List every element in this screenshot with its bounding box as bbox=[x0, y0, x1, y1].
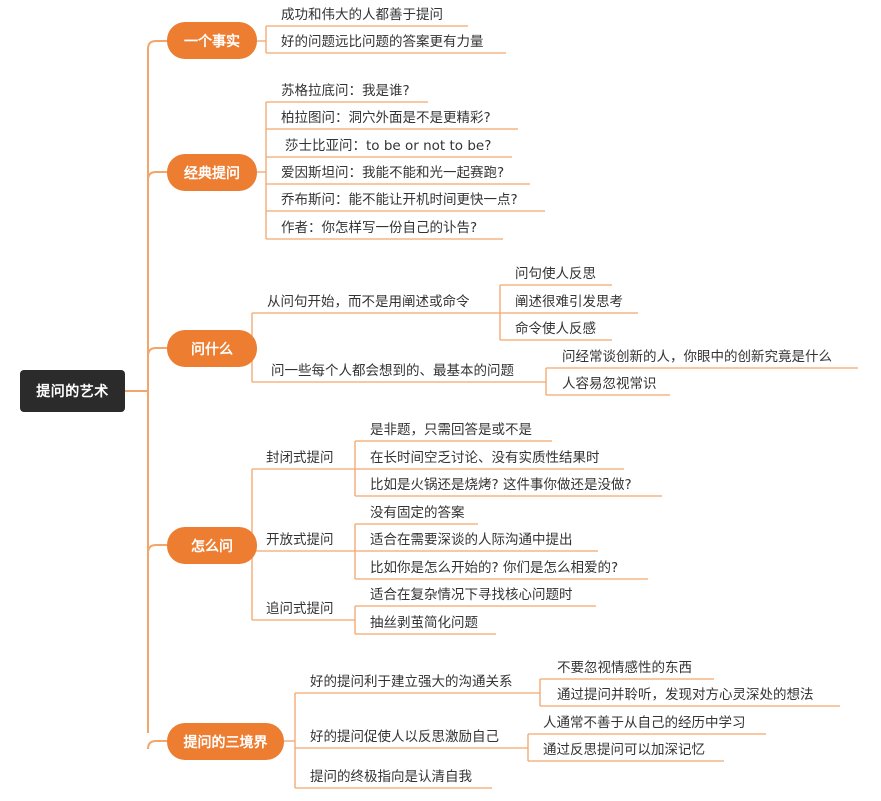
sub-topic-node[interactable]: 问一些每个人都会想到的、最基本的问题 bbox=[271, 362, 514, 380]
root-node[interactable]: 提问的艺术 bbox=[20, 370, 125, 412]
sub-topic-node[interactable]: 追问式提问 bbox=[266, 600, 334, 618]
leaf-node[interactable]: 抽丝剥茧简化问题 bbox=[370, 614, 478, 632]
leaf-node[interactable]: 没有固定的答案 bbox=[370, 504, 465, 522]
leaf-node[interactable]: 好的问题远比问题的答案更有力量 bbox=[281, 33, 484, 51]
leaf-node[interactable]: 人通常不善于从自己的经历中学习 bbox=[543, 714, 746, 732]
leaf-node[interactable]: 是非题，只需回答是或不是 bbox=[370, 421, 532, 439]
leaf-node[interactable]: 适合在需要深谈的人际沟通中提出 bbox=[370, 531, 573, 549]
branch-node-4[interactable]: 怎么问 bbox=[167, 527, 257, 564]
connector-line bbox=[147, 171, 167, 181]
sub-topic-node[interactable]: 好的提问利于建立强大的沟通关系 bbox=[310, 673, 513, 691]
sub-topic-node[interactable]: 好的提问促使人以反思激励自己 bbox=[310, 728, 499, 746]
branch-node-2[interactable]: 经典提问 bbox=[167, 154, 257, 191]
leaf-node[interactable]: 阐述很难引发思考 bbox=[515, 293, 623, 311]
leaf-node[interactable]: 苏格拉底问：我是谁? bbox=[281, 82, 410, 100]
leaf-node[interactable]: 适合在复杂情况下寻找核心问题时 bbox=[370, 586, 573, 604]
sub-topic-node[interactable]: 封闭式提问 bbox=[266, 449, 334, 467]
leaf-node[interactable]: 命令使人反感 bbox=[515, 320, 596, 338]
leaf-node[interactable]: 爱因斯坦问：我能不能和光一起赛跑? bbox=[281, 164, 504, 182]
leaf-node[interactable]: 柏拉图问：洞穴外面是不是更精彩? bbox=[281, 109, 491, 127]
leaf-node[interactable]: 通过反思提问可以加深记忆 bbox=[543, 741, 705, 759]
leaf-node[interactable]: 莎士比亚问：to be or not to be? bbox=[285, 137, 491, 155]
leaf-node[interactable]: 问句使人反思 bbox=[515, 265, 596, 283]
connector-line bbox=[147, 347, 167, 357]
sub-topic-node[interactable]: 从问句开始，而不是用阐述或命令 bbox=[267, 293, 470, 311]
branch-node-5[interactable]: 提问的三境界 bbox=[167, 723, 284, 760]
connector-line bbox=[147, 740, 167, 750]
sub-topic-node[interactable]: 提问的终极指向是认清自我 bbox=[310, 768, 472, 786]
leaf-node[interactable]: 在长时间空乏讨论、没有实质性结果时 bbox=[370, 449, 600, 467]
leaf-node[interactable]: 成功和伟大的人都善于提问 bbox=[281, 6, 443, 24]
leaf-node[interactable]: 通过提问并聆听，发现对方心灵深处的想法 bbox=[557, 686, 814, 704]
sub-topic-node[interactable]: 开放式提问 bbox=[266, 531, 334, 549]
leaf-node[interactable]: 比如你是怎么开始的? 你们是怎么相爱的? bbox=[370, 559, 618, 577]
leaf-node[interactable]: 不要忽视情感性的东西 bbox=[557, 659, 692, 677]
branch-node-1[interactable]: 一个事实 bbox=[167, 22, 257, 59]
mind-map: 提问的艺术 一个事实 成功和伟大的人都善于提问 好的问题远比问题的答案更有力量 … bbox=[0, 0, 881, 801]
connector-line bbox=[147, 40, 167, 50]
leaf-node[interactable]: 比如是火锅还是烧烤? 这件事你做还是没做? bbox=[370, 476, 632, 494]
leaf-node[interactable]: 作者：你怎样写一份自己的讣告? bbox=[281, 219, 477, 237]
connector-line bbox=[147, 544, 167, 554]
leaf-node[interactable]: 乔布斯问：能不能让开机时间更快一点? bbox=[281, 191, 518, 209]
leaf-node[interactable]: 人容易忽视常识 bbox=[562, 375, 657, 393]
leaf-node[interactable]: 问经常谈创新的人，你眼中的创新究竟是什么 bbox=[562, 348, 832, 366]
branch-node-3[interactable]: 问什么 bbox=[167, 330, 257, 367]
